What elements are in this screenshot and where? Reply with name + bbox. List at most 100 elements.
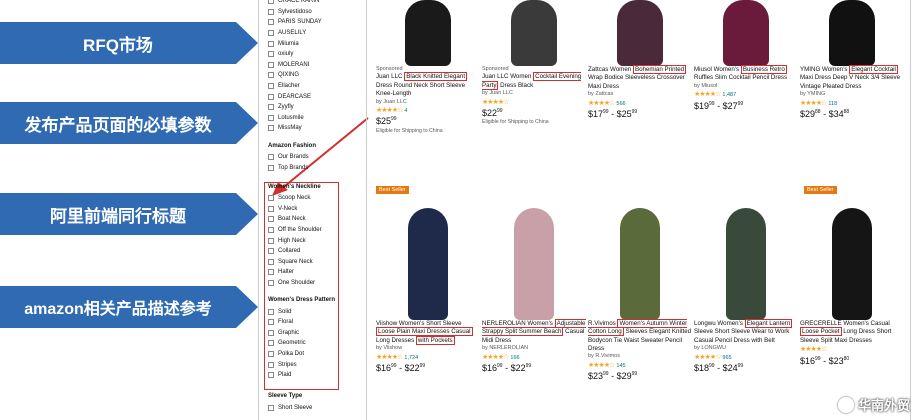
product-image[interactable] [694, 200, 798, 320]
product-card[interactable]: Longwu Women's Elegant Lantern Sleeve Sh… [694, 200, 798, 374]
option-label: AUSELILY [278, 30, 307, 37]
product-image[interactable] [800, 200, 904, 320]
checkbox[interactable] [268, 114, 274, 121]
checkbox[interactable] [268, 61, 274, 68]
option-label: GRACE KARIN [278, 0, 320, 5]
banner-amazon-reference: amazon相关产品描述参考 [0, 286, 258, 328]
product-image[interactable] [694, 0, 798, 66]
fashion-option[interactable]: Our Brands [268, 152, 366, 163]
brand-option[interactable]: GRACE KARIN [268, 0, 366, 7]
rating[interactable]: ★★★★☆ 4 [376, 106, 480, 115]
brand-option[interactable]: Lotusmile [268, 113, 366, 124]
checkbox[interactable] [268, 19, 274, 26]
dress-figure [514, 208, 554, 320]
product-image[interactable] [482, 0, 586, 66]
price: $1999 - $2799 [694, 100, 798, 112]
price-max: - $22 [502, 362, 526, 373]
price-main: $19 [694, 100, 710, 111]
review-count[interactable]: 118 [828, 101, 837, 107]
product-title[interactable]: Juan LLC Women Cocktail Evening Party Dr… [482, 72, 586, 90]
product-image[interactable] [376, 200, 480, 320]
price-main: $16 [376, 362, 392, 373]
sleeve-option[interactable]: Short Sleeve [268, 402, 366, 413]
product-title[interactable]: NERLEROLIAN Women's Adjustable Strappy S… [482, 319, 586, 345]
rating[interactable]: ★★★★☆ 1,487 [694, 90, 798, 99]
rating[interactable]: ★★★★☆ 1,724 [376, 353, 480, 362]
review-count[interactable]: 1,724 [404, 355, 418, 361]
product-title[interactable]: Miusol Women's Business Retro Ruffles Sl… [694, 65, 798, 83]
review-count[interactable]: 166 [510, 355, 519, 361]
product-card[interactable]: Sponsored Juan LLC Women Cocktail Evening… [482, 0, 586, 126]
checkbox[interactable] [268, 404, 274, 411]
checkbox[interactable] [268, 154, 274, 161]
product-title[interactable]: Zattcas Women Bohemian Printed Wrap Bodi… [588, 65, 692, 91]
product-card[interactable]: R.Vivimos Women's Autumn Winter Cotton L… [588, 200, 692, 382]
neckline-highlight-box [264, 182, 339, 390]
review-count[interactable]: 1,487 [722, 92, 736, 98]
product-title[interactable]: Viishow Women's Short Sleeve Loose Plain… [376, 320, 480, 345]
brand-option[interactable]: PARIS SUNDAY [268, 17, 366, 28]
product-title[interactable]: R.Vivimos Women's Autumn Winter Cotton L… [588, 319, 692, 353]
price-cents: 99 [737, 362, 744, 369]
divider [366, 0, 367, 420]
price: $1899 - $2499 [694, 362, 798, 374]
review-count[interactable]: 965 [722, 355, 731, 361]
checkbox[interactable] [268, 51, 274, 58]
product-image[interactable] [588, 0, 692, 66]
star-rating-icon: ★★★★☆ [376, 106, 403, 114]
checkbox[interactable] [268, 72, 274, 79]
product-card[interactable]: Sponsored Juan LLC Black Knitted Elegant … [376, 0, 480, 135]
brand-option[interactable]: DEARCASE [268, 91, 366, 102]
product-image[interactable] [482, 200, 586, 320]
rating[interactable]: ★★★★☆ 965 [694, 353, 798, 362]
title-text: Sleeve Short Sleeve Wear to Work Casual … [694, 328, 790, 344]
brand-option[interactable]: Milumia [268, 38, 366, 49]
product-image[interactable] [800, 0, 904, 66]
product-title[interactable]: YMING Women's Elegant Cocktail Maxi Dres… [800, 65, 904, 91]
checkbox[interactable] [268, 104, 274, 111]
product-title[interactable]: Longwu Women's Elegant Lantern Sleeve Sh… [694, 319, 798, 345]
brand-option[interactable]: Ellacher [268, 81, 366, 92]
checkbox[interactable] [268, 30, 274, 37]
rating[interactable]: ★★★★☆ [482, 98, 586, 107]
brand-option[interactable]: MOLERANI [268, 60, 366, 71]
brand-byline: by Miusol [694, 82, 718, 89]
review-count[interactable]: 145 [616, 363, 625, 369]
brand-option[interactable]: MissMay [268, 123, 366, 134]
product-card[interactable]: GRECERELLE Women's Casual Loose Pocket L… [800, 200, 904, 367]
product-card[interactable]: Miusol Women's Business Retro Ruffles Sl… [694, 0, 798, 112]
price-cents: 99 [419, 362, 426, 369]
brand-option[interactable]: oxiuly [268, 49, 366, 60]
rating[interactable]: ★★★★☆ 145 [588, 361, 692, 370]
brand-option[interactable]: QIXING [268, 70, 366, 81]
product-title[interactable]: GRECERELLE Women's Casual Loose Pocket L… [800, 320, 904, 345]
brand-option[interactable]: AUSELILY [268, 28, 366, 39]
title-text: Wrap Bodice Sleeveless Crossover Maxi Dr… [588, 74, 685, 90]
product-card[interactable]: NERLEROLIAN Women's Adjustable Strappy S… [482, 200, 586, 374]
fashion-option[interactable]: Top Brands [268, 162, 366, 173]
checkbox[interactable] [268, 0, 274, 5]
checkbox[interactable] [268, 83, 274, 90]
rating[interactable]: ★★★★☆ 566 [588, 99, 692, 108]
rating[interactable]: ★★★★☆ 166 [482, 353, 586, 362]
checkbox[interactable] [268, 164, 274, 171]
title-text: Viishow Women's Short Sleeve [376, 320, 462, 327]
rating[interactable]: ★★★★☆ 118 [800, 99, 904, 108]
checkbox[interactable] [268, 40, 274, 47]
price-main: $22 [482, 108, 498, 118]
product-image[interactable] [376, 0, 480, 66]
review-count[interactable]: 566 [616, 101, 625, 107]
checkbox[interactable] [268, 93, 274, 100]
product-card[interactable]: Zattcas Women Bohemian Printed Wrap Bodi… [588, 0, 692, 120]
checkbox[interactable] [268, 125, 274, 132]
product-title[interactable]: Juan LLC Black Knitted Elegant Dress Rou… [376, 72, 480, 98]
brand-option[interactable]: Sylvestidoso [268, 7, 366, 18]
product-card[interactable]: Viishow Women's Short Sleeve Loose Plain… [376, 200, 480, 374]
product-image[interactable] [588, 200, 692, 320]
checkbox[interactable] [268, 8, 274, 15]
sleeve-heading: Sleeve Type [268, 393, 303, 400]
review-count[interactable]: 4 [404, 108, 407, 114]
rating[interactable]: ★★★★☆ [800, 345, 904, 354]
brand-option[interactable]: Zyyfly [268, 102, 366, 113]
product-card[interactable]: YMING Women's Elegant Cocktail Maxi Dres… [800, 0, 904, 120]
